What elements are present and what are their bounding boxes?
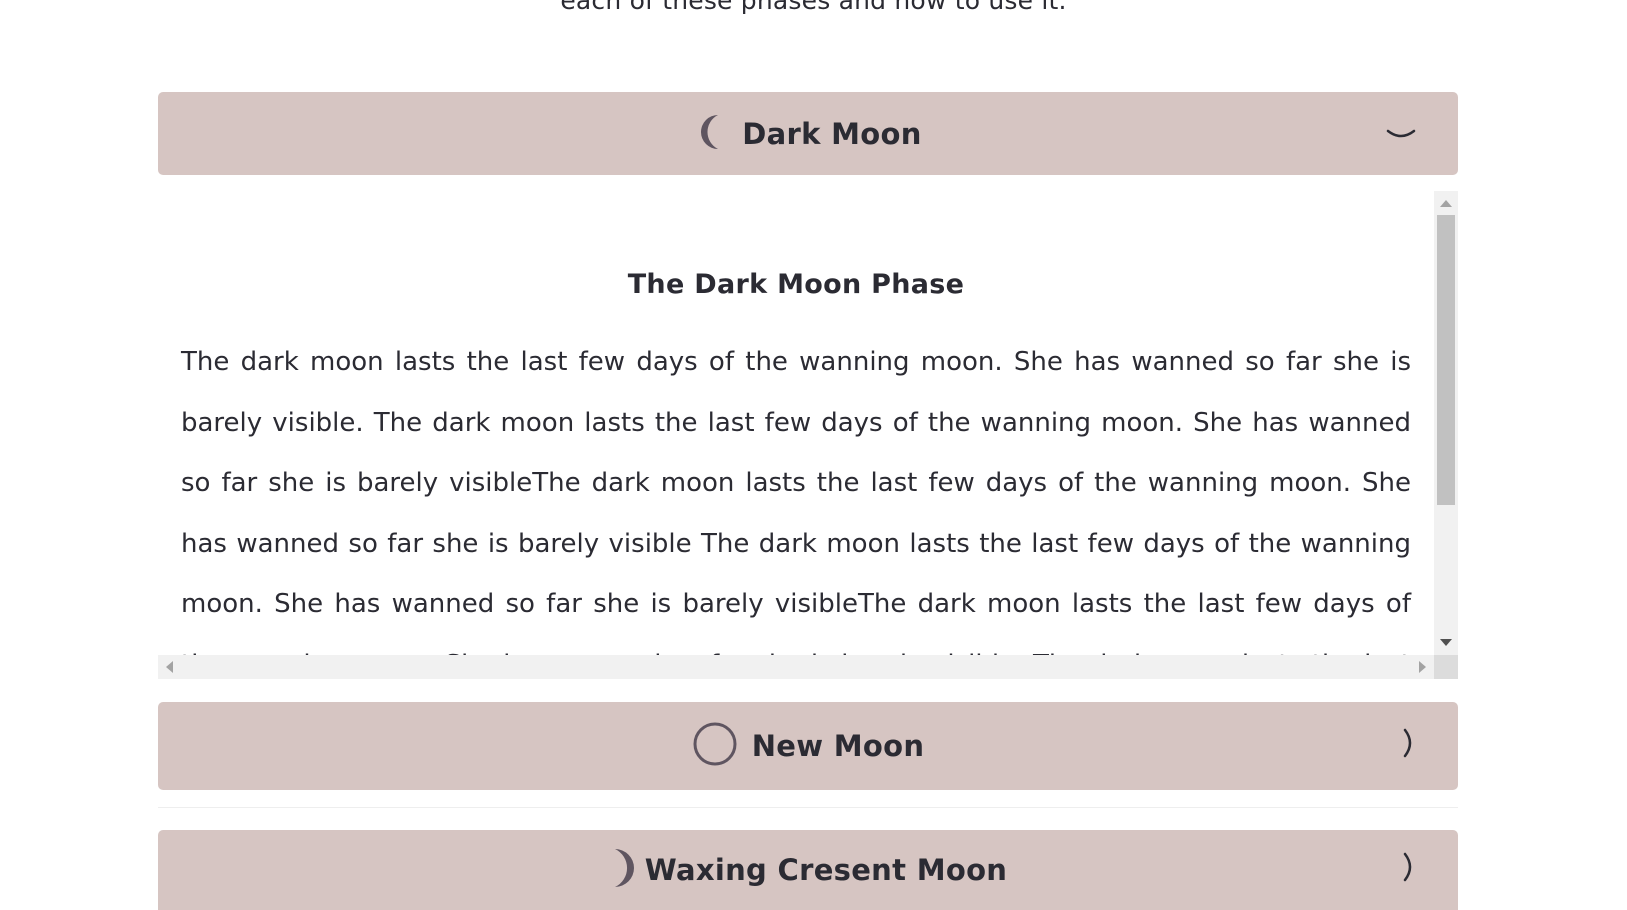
scroll-right-arrow-icon[interactable]	[1419, 661, 1426, 673]
scroll-up-arrow-icon[interactable]	[1440, 200, 1452, 207]
panel-heading: The Dark Moon Phase	[627, 269, 965, 300]
accordion-header-waxing-cresent-moon[interactable]: Waxing Cresent Moon	[158, 830, 1458, 910]
chevron-right-icon[interactable]	[1402, 728, 1416, 764]
accordion-title: Waxing Cresent Moon	[644, 853, 1008, 887]
vertical-scroll-thumb[interactable]	[1437, 215, 1455, 505]
intro-text: each of these phases and how to use it.	[560, 0, 1067, 15]
chevron-right-icon[interactable]	[1402, 852, 1416, 888]
accordion-panel-dark-moon: The Dark Moon Phase The dark moon lasts …	[158, 191, 1458, 679]
accordion-title: New Moon	[751, 729, 925, 763]
accordion-header-new-moon[interactable]: New Moon	[158, 702, 1458, 790]
scroll-down-arrow-icon[interactable]	[1440, 639, 1452, 646]
circle-outline-icon	[692, 721, 738, 771]
crescent-thin-icon	[694, 112, 726, 156]
accordion-header-dark-moon[interactable]: Dark Moon	[158, 92, 1458, 175]
horizontal-scrollbar[interactable]	[158, 655, 1434, 679]
chevron-down-icon[interactable]	[1386, 119, 1416, 149]
waxing-crescent-icon	[609, 846, 639, 894]
divider	[158, 807, 1458, 808]
scroll-left-arrow-icon[interactable]	[166, 661, 173, 673]
panel-body-text: The dark moon lasts the last few days of…	[181, 347, 1411, 655]
vertical-scrollbar[interactable]	[1434, 191, 1458, 655]
accordion-title: Dark Moon	[742, 116, 922, 151]
scrollbar-corner	[1434, 655, 1458, 679]
panel-scroll-area[interactable]: The Dark Moon Phase The dark moon lasts …	[158, 191, 1434, 655]
